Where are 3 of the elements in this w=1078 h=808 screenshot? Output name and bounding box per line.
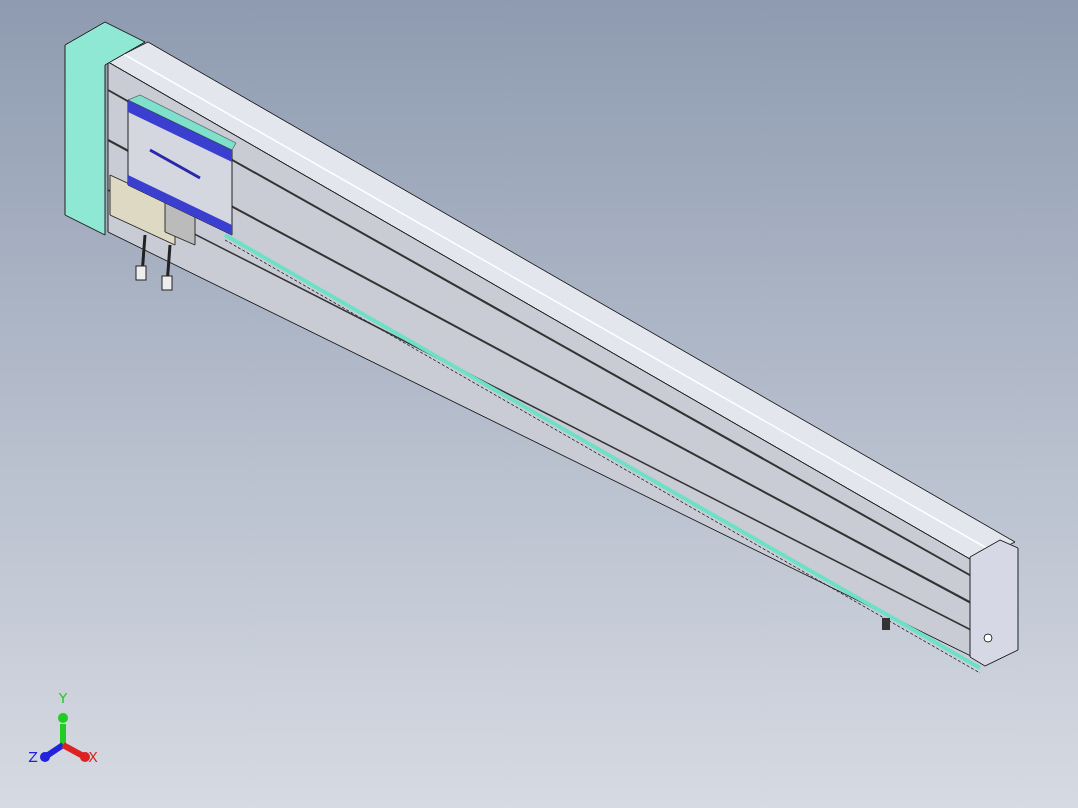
axis-label: Z (28, 749, 38, 765)
axis-label: Y (58, 690, 68, 706)
axis-label: X (88, 749, 98, 765)
